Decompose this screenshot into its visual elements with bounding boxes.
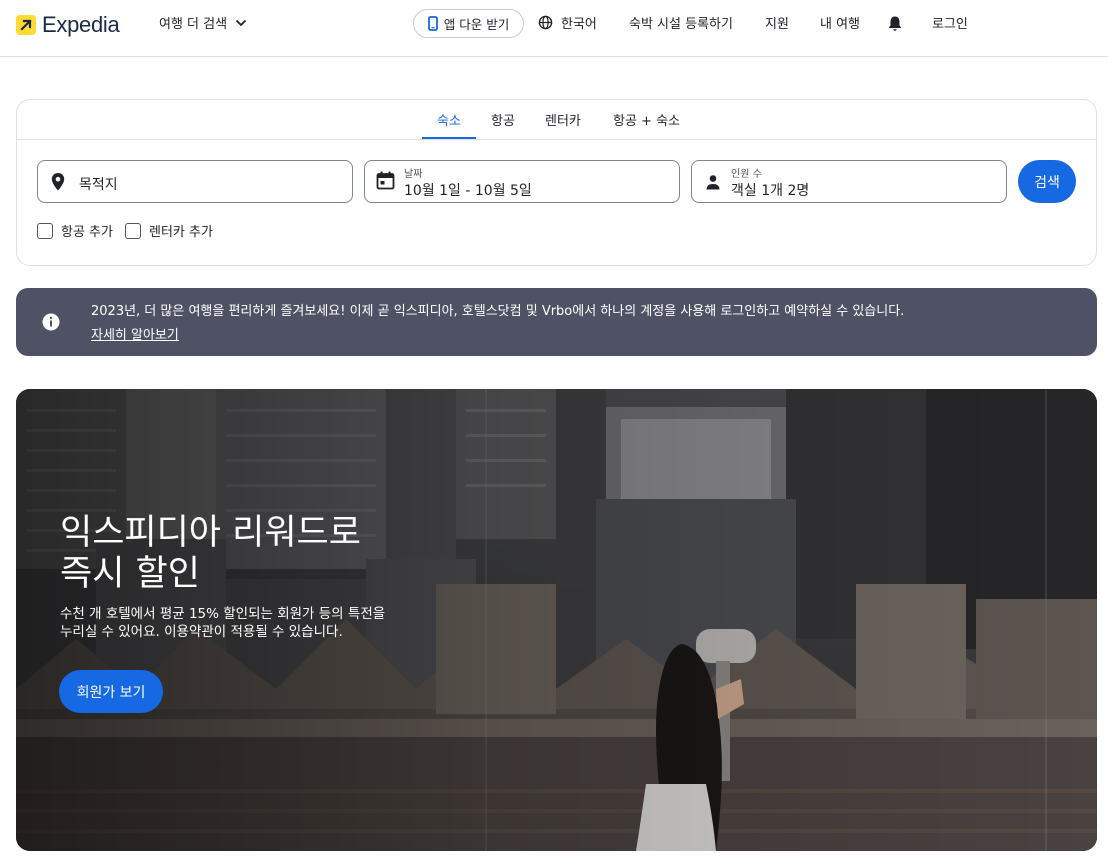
info-banner-text: 2023년, 더 많은 여행을 편리하게 즐겨보세요! 이제 곧 익스피디아, … <box>91 304 905 319</box>
sign-in-link[interactable]: 로그인 <box>932 13 968 32</box>
globe-icon <box>538 15 553 30</box>
person-icon <box>706 175 720 190</box>
app-download-button[interactable]: 앱 다운 받기 <box>413 9 524 38</box>
language-selector[interactable]: 한국어 <box>538 13 597 32</box>
trips-label: 내 여행 <box>820 17 861 32</box>
tab-cars[interactable]: 렌터카 <box>545 110 581 129</box>
info-icon <box>42 313 60 331</box>
expedia-logo[interactable]: Expedia <box>16 12 120 38</box>
support-link[interactable]: 지원 <box>765 13 789 32</box>
support-label: 지원 <box>765 17 789 32</box>
trips-link[interactable]: 내 여행 <box>820 13 860 32</box>
tab-flights[interactable]: 항공 <box>491 110 515 129</box>
list-property-label: 숙박 시설 등록하기 <box>629 17 733 32</box>
search-button[interactable]: 검색 <box>1018 160 1076 203</box>
chevron-down-icon <box>235 19 247 26</box>
hero-title: 익스피디아 리워드로 즉시 할인 <box>60 513 361 594</box>
travelers-field[interactable]: 인원 수 객실 1개 2명 <box>691 160 1007 203</box>
travelers-value: 객실 1개 2명 <box>731 183 810 199</box>
more-travel-menu[interactable]: 여행 더 검색 <box>159 13 247 32</box>
bell-icon <box>889 16 901 31</box>
dates-value: 10월 1일 - 10월 5일 <box>404 183 532 199</box>
app-download-label: 앱 다운 받기 <box>443 17 510 32</box>
member-prices-button[interactable]: 회원가 보기 <box>59 670 163 713</box>
location-pin-icon <box>51 173 65 191</box>
destination-field[interactable]: 목적지 <box>37 160 353 203</box>
dates-field[interactable]: 날짜 10월 1일 - 10월 5일 <box>364 160 680 203</box>
tab-packages[interactable]: 항공 + 숙소 <box>613 110 680 129</box>
add-car-option[interactable]: 렌터카 추가 <box>125 221 213 240</box>
dates-label: 날짜 <box>404 169 423 180</box>
hero-subtitle: 수천 개 호텔에서 평균 15% 할인되는 회원가 등의 특전을 누리실 수 있… <box>60 606 386 640</box>
add-flight-checkbox[interactable] <box>37 222 53 239</box>
logo-arrow-icon <box>16 15 36 35</box>
learn-more-link[interactable]: 자세히 알아보기 <box>91 324 179 343</box>
tab-stays[interactable]: 숙소 <box>437 110 461 129</box>
add-flight-label: 항공 추가 <box>61 225 113 240</box>
phone-icon <box>427 16 438 31</box>
language-label: 한국어 <box>561 17 597 32</box>
rewards-hero: 익스피디아 리워드로 즉시 할인 수천 개 호텔에서 평균 15% 할인되는 회… <box>16 389 1097 851</box>
more-travel-label: 여행 더 검색 <box>159 17 228 32</box>
travelers-label: 인원 수 <box>731 169 762 180</box>
notifications-button[interactable] <box>887 15 903 32</box>
add-flight-option[interactable]: 항공 추가 <box>37 221 113 240</box>
add-car-label: 렌터카 추가 <box>149 225 213 240</box>
calendar-icon <box>376 171 395 190</box>
search-tabs: 숙소 항공 렌터카 항공 + 숙소 <box>17 100 1096 140</box>
active-tab-indicator <box>422 137 476 139</box>
sign-in-label: 로그인 <box>932 17 968 32</box>
add-car-checkbox[interactable] <box>125 222 141 239</box>
search-form: 숙소 항공 렌터카 항공 + 숙소 목적지 날짜 10월 1일 - 10월 5일… <box>16 99 1097 266</box>
destination-placeholder: 목적지 <box>79 177 118 193</box>
top-header: Expedia 여행 더 검색 앱 다운 받기 한국어 숙박 시설 등록하기 지… <box>0 0 1108 57</box>
list-property-link[interactable]: 숙박 시설 등록하기 <box>629 13 733 32</box>
logo-text: Expedia <box>42 12 120 37</box>
info-banner: 2023년, 더 많은 여행을 편리하게 즐겨보세요! 이제 곧 익스피디아, … <box>16 288 1097 356</box>
